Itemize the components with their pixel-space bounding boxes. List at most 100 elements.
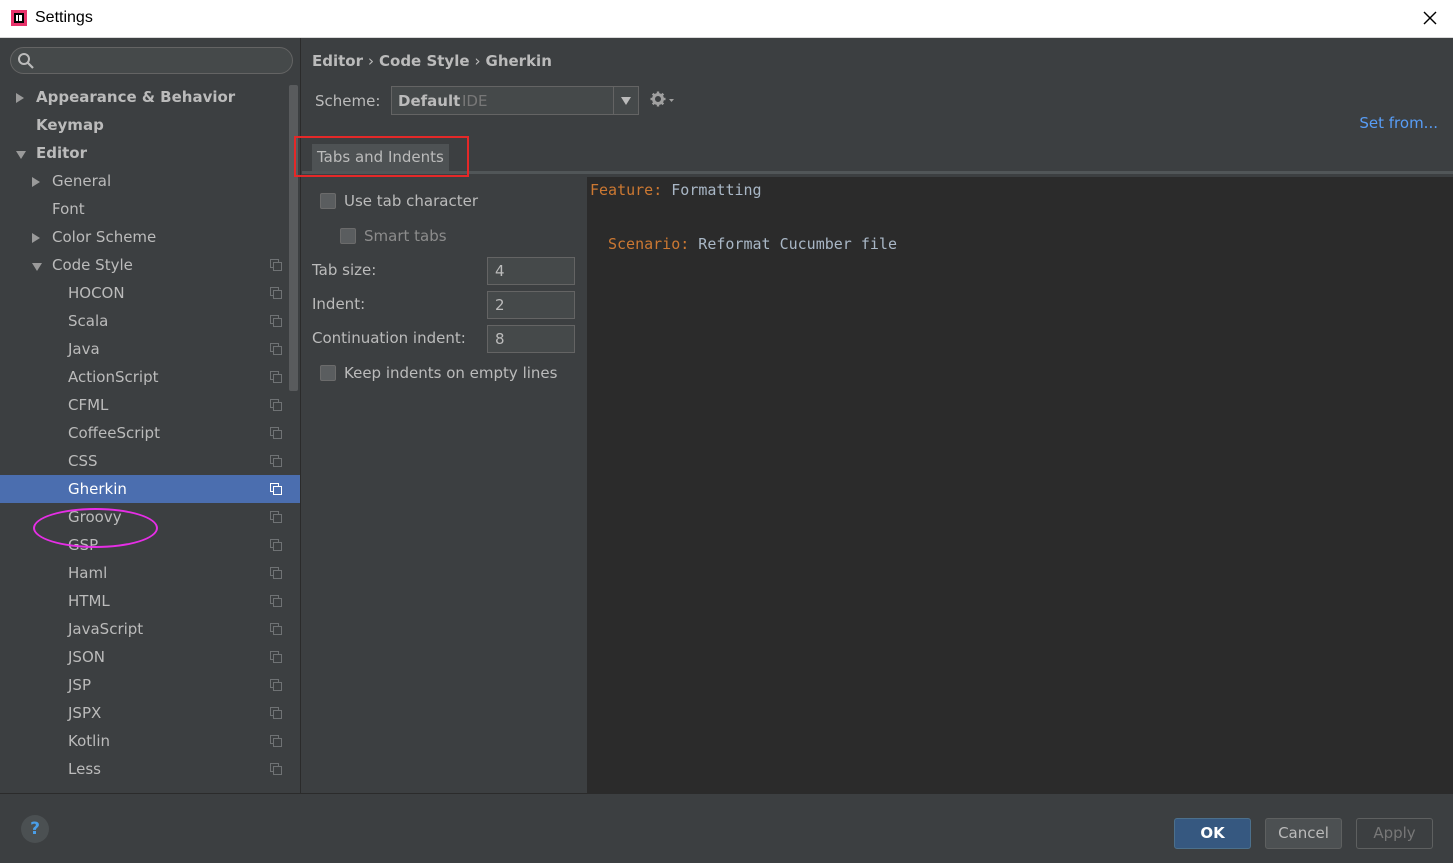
- sidebar-item-java[interactable]: Java: [0, 335, 288, 363]
- continuation-indent-label: Continuation indent:: [312, 329, 466, 347]
- sidebar-item-label: Haml: [68, 564, 108, 582]
- sidebar-item-gherkin[interactable]: Gherkin: [0, 475, 300, 503]
- search-icon: [18, 53, 34, 69]
- sidebar-item-less[interactable]: Less: [0, 755, 288, 783]
- sidebar-item-label: Kotlin: [68, 732, 110, 750]
- sidebar-item-editor[interactable]: Editor: [0, 139, 288, 167]
- tab-size-input[interactable]: 4: [487, 257, 575, 285]
- sidebar-item-html[interactable]: HTML: [0, 587, 288, 615]
- sidebar-item-label: JSP: [68, 676, 91, 694]
- keyword-feature: Feature:: [590, 181, 663, 199]
- sidebar-item-label: HOCON: [68, 284, 125, 302]
- sidebar-item-hocon[interactable]: HOCON: [0, 279, 288, 307]
- cancel-button[interactable]: Cancel: [1265, 818, 1342, 849]
- feature-text: Formatting: [662, 181, 762, 199]
- sidebar-item-label: JavaScript: [68, 620, 144, 638]
- ok-button[interactable]: OK: [1174, 818, 1251, 849]
- breadcrumb-editor: Editor: [312, 52, 363, 70]
- sidebar-item-kotlin[interactable]: Kotlin: [0, 727, 288, 755]
- scheme-label: Scheme:: [315, 92, 381, 110]
- sidebar-item-javascript[interactable]: JavaScript: [0, 615, 288, 643]
- sidebar-item-actionscript[interactable]: ActionScript: [0, 363, 288, 391]
- settings-sidebar: Appearance & Behavior Keymap Editor General…: [0, 38, 301, 793]
- tab-tabs-and-indents[interactable]: Tabs and Indents: [312, 144, 449, 171]
- close-icon[interactable]: [1421, 9, 1439, 27]
- sidebar-item-css[interactable]: CSS: [0, 447, 288, 475]
- sidebar-item-cfml[interactable]: CFML: [0, 391, 288, 419]
- sidebar-item-font[interactable]: Font: [0, 195, 288, 223]
- sidebar-item-groovy[interactable]: Groovy: [0, 503, 288, 531]
- preview-line-feature: Feature: Formatting: [590, 181, 762, 199]
- settings-content: Editor › Code Style › Gherkin Scheme: Defaul…: [294, 38, 1453, 793]
- sidebar-scrollbar[interactable]: [289, 85, 298, 391]
- sidebar-item-coffeescript[interactable]: CoffeeScript: [0, 419, 288, 447]
- sidebar-item-appearance-behavior[interactable]: Appearance & Behavior: [0, 83, 288, 111]
- breadcrumb: Editor › Code Style › Gherkin: [312, 52, 552, 70]
- copy-settings-icon: [270, 483, 282, 495]
- chevron-right-icon[interactable]: [16, 93, 24, 103]
- sidebar-item-color-scheme[interactable]: Color Scheme: [0, 223, 288, 251]
- code-preview[interactable]: Feature: Formatting Scenario: Reformat C…: [588, 177, 1453, 793]
- sidebar-item-label: JSPX: [68, 704, 102, 722]
- breadcrumb-gherkin: Gherkin: [485, 52, 552, 70]
- sidebar-item-keymap[interactable]: Keymap: [0, 111, 288, 139]
- sidebar-item-haml[interactable]: Haml: [0, 559, 288, 587]
- indent-input[interactable]: 2: [487, 291, 575, 319]
- copy-settings-icon: [270, 679, 282, 691]
- sidebar-item-jspx[interactable]: JSPX: [0, 699, 288, 727]
- tab-bar: Tabs and Indents: [294, 134, 1453, 177]
- apply-button[interactable]: Apply: [1356, 818, 1433, 849]
- checkbox-box[interactable]: [320, 365, 336, 381]
- chevron-down-icon[interactable]: [16, 151, 26, 159]
- copy-settings-icon: [270, 539, 282, 551]
- sidebar-item-label: HTML: [68, 592, 110, 610]
- settings-search-input[interactable]: [10, 47, 293, 74]
- sidebar-item-label: Java: [68, 340, 100, 358]
- sidebar-item-general[interactable]: General: [0, 167, 288, 195]
- copy-settings-icon: [270, 511, 282, 523]
- help-button[interactable]: ?: [21, 815, 49, 843]
- chevron-right-icon[interactable]: [32, 177, 40, 187]
- sidebar-item-json[interactable]: JSON: [0, 643, 288, 671]
- copy-settings-icon: [270, 371, 282, 383]
- copy-settings-icon: [270, 315, 282, 327]
- gear-icon[interactable]: [650, 91, 676, 107]
- copy-settings-icon: [270, 707, 282, 719]
- checkbox-box[interactable]: [340, 228, 356, 244]
- use-tab-character-label: Use tab character: [344, 192, 478, 210]
- sidebar-item-gsp[interactable]: GSP: [0, 531, 288, 559]
- checkbox-box[interactable]: [320, 193, 336, 209]
- sidebar-item-label: Font: [52, 200, 85, 218]
- copy-settings-icon: [270, 651, 282, 663]
- indent-label: Indent:: [312, 295, 366, 313]
- intellij-app-icon: [11, 10, 27, 26]
- sidebar-item-label: CSS: [68, 452, 98, 470]
- window-title: Settings: [35, 9, 93, 26]
- scheme-dropdown[interactable]: Default IDE: [391, 86, 639, 115]
- sidebar-item-label: GSP: [68, 536, 99, 554]
- keyword-scenario: Scenario:: [608, 235, 690, 253]
- sidebar-item-label: Less: [68, 760, 101, 778]
- sidebar-item-label: General: [52, 172, 112, 190]
- sidebar-item-code-style[interactable]: Code Style: [0, 251, 288, 279]
- chevron-down-icon[interactable]: [32, 263, 42, 271]
- copy-settings-icon: [270, 595, 282, 607]
- copy-settings-icon: [270, 399, 282, 411]
- sidebar-item-label: CoffeeScript: [68, 424, 160, 442]
- sidebar-item-label: Color Scheme: [52, 228, 157, 246]
- continuation-indent-input[interactable]: 8: [487, 325, 575, 353]
- sidebar-item-scala[interactable]: Scala: [0, 307, 288, 335]
- scheme-sub: IDE: [462, 92, 488, 110]
- scheme-value: Default: [398, 92, 461, 110]
- copy-settings-icon: [270, 287, 282, 299]
- keep-indents-label: Keep indents on empty lines: [344, 364, 558, 382]
- copy-settings-icon: [270, 763, 282, 775]
- breadcrumb-separator: ›: [474, 52, 481, 70]
- sidebar-item-label: Keymap: [36, 116, 104, 134]
- sidebar-item-label: Groovy: [68, 508, 122, 526]
- copy-settings-icon: [270, 623, 282, 635]
- set-from-link[interactable]: Set from...: [1359, 114, 1438, 132]
- chevron-right-icon[interactable]: [32, 233, 40, 243]
- sidebar-item-jsp[interactable]: JSP: [0, 671, 288, 699]
- breadcrumb-separator: ›: [368, 52, 374, 70]
